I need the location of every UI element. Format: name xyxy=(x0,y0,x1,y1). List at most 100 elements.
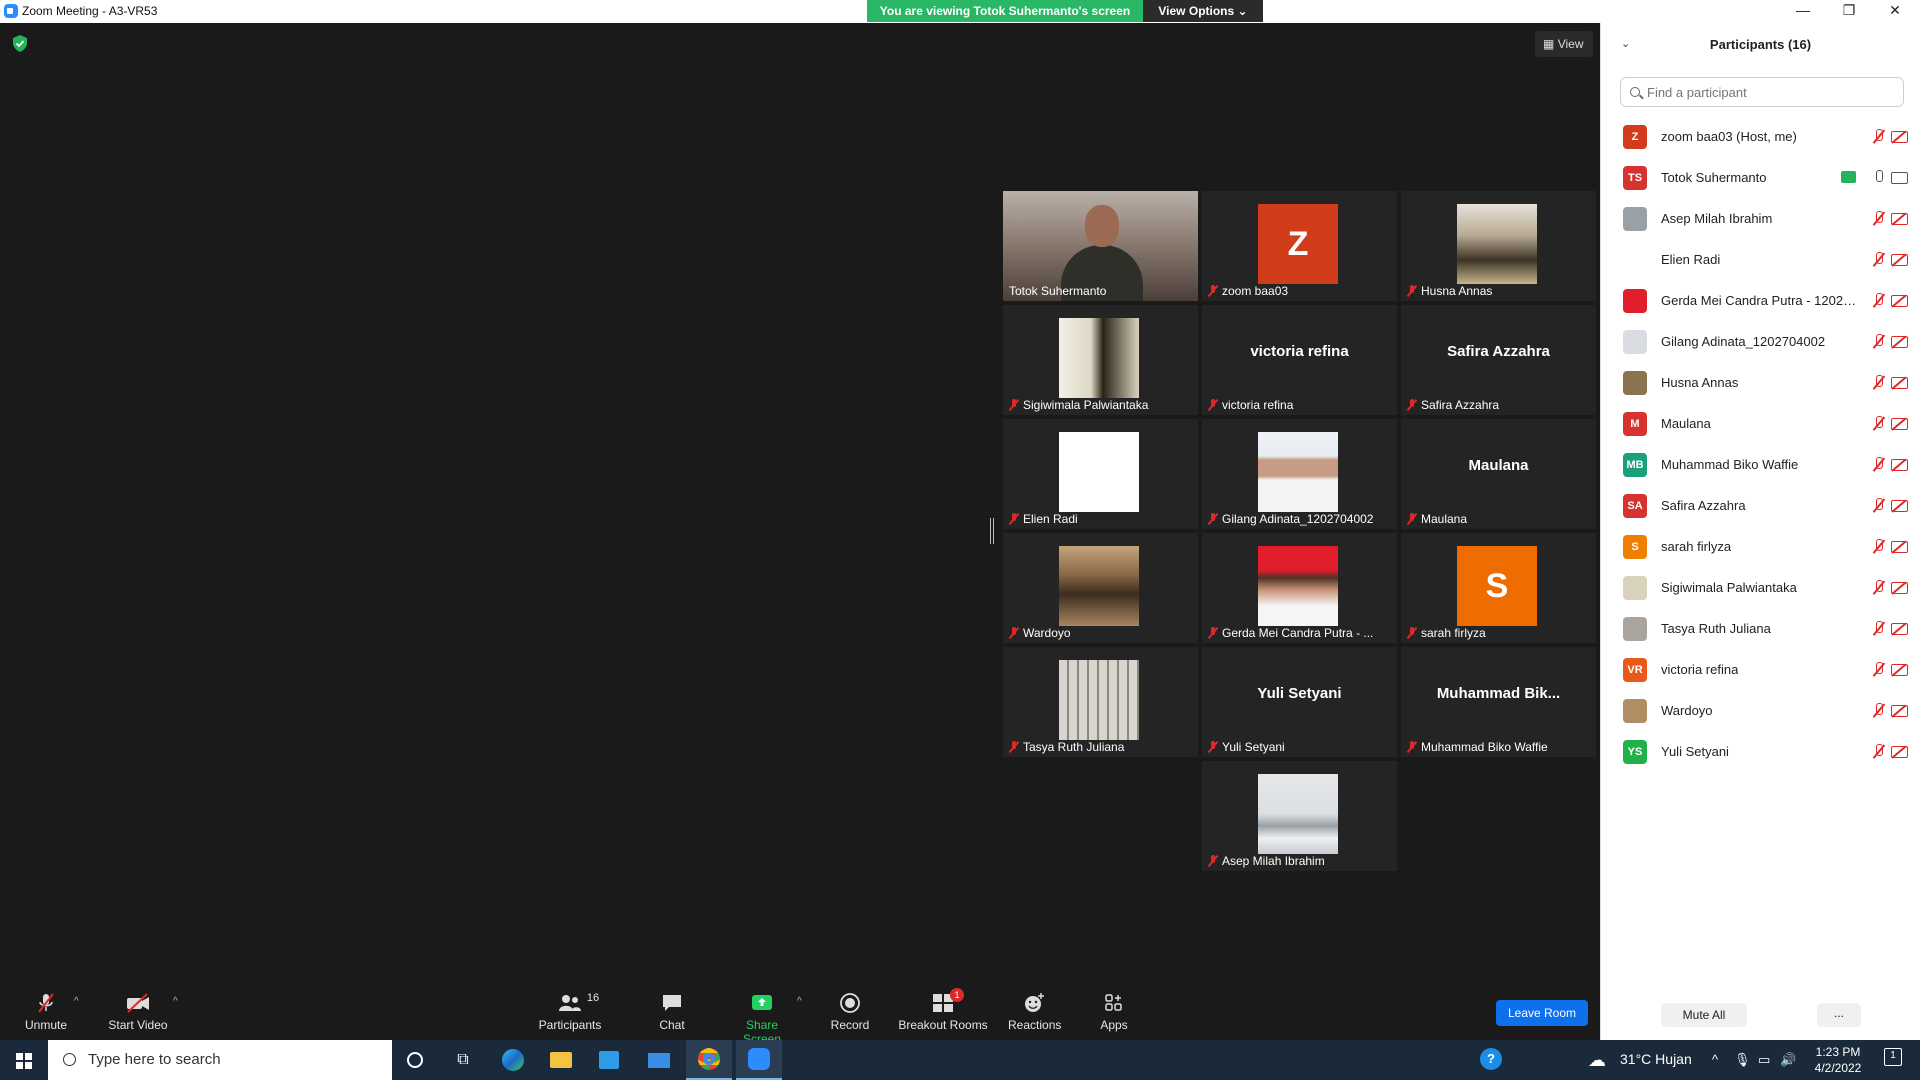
camera-icon[interactable] xyxy=(1891,172,1908,184)
participant-row[interactable]: Asep Milah Ibrahim xyxy=(1601,197,1920,238)
camera-off-icon[interactable] xyxy=(1891,623,1908,635)
notification-center-icon[interactable]: 1 xyxy=(1884,1048,1902,1066)
video-tile[interactable]: Elien Radi xyxy=(1003,419,1198,529)
participant-row[interactable]: Husna Annas xyxy=(1601,361,1920,402)
task-view-button[interactable]: ⧉ xyxy=(440,1040,486,1080)
volume-icon[interactable]: 🔊 xyxy=(1780,1052,1796,1068)
video-tile[interactable]: Totok Suhermanto xyxy=(1003,191,1198,301)
panel-resize-handle[interactable] xyxy=(990,518,994,544)
microphone-muted-icon[interactable] xyxy=(1873,334,1885,350)
camera-off-icon[interactable] xyxy=(1891,582,1908,594)
video-tile[interactable]: Tasya Ruth Juliana xyxy=(1003,647,1198,757)
video-tile[interactable]: Wardoyo xyxy=(1003,533,1198,643)
mail-taskbar-app[interactable] xyxy=(636,1040,682,1080)
share-screen-button[interactable]: Share Screen xyxy=(726,992,798,1046)
encryption-shield-icon[interactable] xyxy=(12,35,28,52)
zoom-taskbar-app[interactable] xyxy=(736,1040,782,1080)
camera-off-icon[interactable] xyxy=(1891,418,1908,430)
video-options-caret[interactable]: ^ xyxy=(173,996,178,1007)
view-layout-button[interactable]: ▦ View xyxy=(1535,31,1593,57)
microphone-muted-icon[interactable] xyxy=(1873,129,1885,145)
camera-off-icon[interactable] xyxy=(1891,336,1908,348)
share-options-caret[interactable]: ^ xyxy=(797,996,802,1007)
video-tile[interactable]: Yuli Setyani Yuli Setyani xyxy=(1202,647,1397,757)
participant-row[interactable]: Sigiwimala Palwiantaka xyxy=(1601,566,1920,607)
reactions-button[interactable]: Reactions xyxy=(1008,992,1061,1032)
microphone-muted-icon[interactable] xyxy=(1873,580,1885,596)
video-tile[interactable]: Safira Azzahra Safira Azzahra xyxy=(1401,305,1596,415)
participant-row[interactable]: VR victoria refina xyxy=(1601,648,1920,689)
participant-row[interactable]: TS Totok Suhermanto xyxy=(1601,156,1920,197)
participant-row[interactable]: M Maulana xyxy=(1601,402,1920,443)
participant-row[interactable]: Gilang Adinata_1202704002 xyxy=(1601,320,1920,361)
microphone-muted-icon[interactable] xyxy=(1873,375,1885,391)
chrome-taskbar-app[interactable] xyxy=(686,1040,732,1080)
edge-taskbar-app[interactable] xyxy=(490,1040,536,1080)
tray-expand-icon[interactable]: ^ xyxy=(1712,1052,1718,1067)
microphone-muted-icon[interactable] xyxy=(1873,252,1885,268)
leave-room-button[interactable]: Leave Room xyxy=(1496,1000,1588,1026)
participant-row[interactable]: Wardoyo xyxy=(1601,689,1920,730)
audio-options-caret[interactable]: ^ xyxy=(74,996,79,1007)
start-button[interactable] xyxy=(0,1040,48,1080)
participant-row[interactable]: Zzoom baa03 (Host, me) xyxy=(1601,115,1920,156)
camera-off-icon[interactable] xyxy=(1891,664,1908,676)
more-options-button[interactable]: ... xyxy=(1817,1003,1861,1027)
chat-button[interactable]: Chat xyxy=(652,992,692,1032)
microphone-muted-icon[interactable] xyxy=(1873,621,1885,637)
microphone-muted-icon[interactable] xyxy=(1873,457,1885,473)
video-tile[interactable]: Asep Milah Ibrahim xyxy=(1202,761,1397,871)
participant-row[interactable]: YS Yuli Setyani xyxy=(1601,730,1920,771)
camera-off-icon[interactable] xyxy=(1891,746,1908,758)
mute-all-button[interactable]: Mute All xyxy=(1661,1003,1747,1027)
microphone-muted-icon[interactable] xyxy=(1873,539,1885,555)
weather-text[interactable]: 31°C Hujan xyxy=(1620,1051,1692,1067)
start-video-button[interactable]: Start Video xyxy=(105,992,171,1032)
video-tile[interactable]: Sigiwimala Palwiantaka xyxy=(1003,305,1198,415)
restore-button[interactable]: ❐ xyxy=(1826,0,1872,23)
file-explorer-taskbar-app[interactable] xyxy=(538,1040,584,1080)
camera-off-icon[interactable] xyxy=(1891,213,1908,225)
cortana-button[interactable] xyxy=(392,1040,438,1080)
video-tile[interactable]: victoria refina victoria refina xyxy=(1202,305,1397,415)
microphone-tray-icon[interactable]: 🎙 xyxy=(1734,1052,1751,1068)
participant-row[interactable]: Tasya Ruth Juliana xyxy=(1601,607,1920,648)
microphone-muted-icon[interactable] xyxy=(1873,744,1885,760)
camera-off-icon[interactable] xyxy=(1891,541,1908,553)
participant-row[interactable]: Elien Radi xyxy=(1601,238,1920,279)
participant-row[interactable]: SA Safira Azzahra xyxy=(1601,484,1920,525)
microphone-icon[interactable] xyxy=(1873,170,1885,186)
video-tile[interactable]: Zzoom baa03 xyxy=(1202,191,1397,301)
store-taskbar-app[interactable] xyxy=(586,1040,632,1080)
participant-row[interactable]: MB Muhammad Biko Waffie xyxy=(1601,443,1920,484)
video-tile[interactable]: Gilang Adinata_1202704002 xyxy=(1202,419,1397,529)
microphone-muted-icon[interactable] xyxy=(1873,416,1885,432)
breakout-rooms-button[interactable]: 1 Breakout Rooms xyxy=(898,988,988,1032)
help-icon[interactable]: ? xyxy=(1480,1048,1502,1070)
video-tile[interactable]: Ssarah firlyza xyxy=(1401,533,1596,643)
record-button[interactable]: Record xyxy=(830,992,870,1032)
camera-off-icon[interactable] xyxy=(1891,254,1908,266)
video-tile[interactable]: Gerda Mei Candra Putra - ... xyxy=(1202,533,1397,643)
camera-off-icon[interactable] xyxy=(1891,295,1908,307)
camera-off-icon[interactable] xyxy=(1891,500,1908,512)
taskbar-search-box[interactable]: Type here to search xyxy=(48,1040,392,1080)
microphone-muted-icon[interactable] xyxy=(1873,703,1885,719)
taskbar-clock[interactable]: 1:23 PM 4/2/2022 xyxy=(1808,1044,1868,1076)
camera-off-icon[interactable] xyxy=(1891,459,1908,471)
close-button[interactable]: ✕ xyxy=(1872,0,1918,23)
microphone-muted-icon[interactable] xyxy=(1873,293,1885,309)
participant-row[interactable]: Gerda Mei Candra Putra - 12027... xyxy=(1601,279,1920,320)
camera-off-icon[interactable] xyxy=(1891,131,1908,143)
participants-button[interactable]: 16 Participants xyxy=(536,992,604,1032)
video-tile[interactable]: Maulana Maulana xyxy=(1401,419,1596,529)
camera-off-icon[interactable] xyxy=(1891,705,1908,717)
unmute-button[interactable]: Unmute xyxy=(20,992,72,1032)
participant-row[interactable]: Ssarah firlyza xyxy=(1601,525,1920,566)
video-tile[interactable]: Husna Annas xyxy=(1401,191,1596,301)
network-icon[interactable]: ▭ xyxy=(1758,1052,1770,1068)
microphone-muted-icon[interactable] xyxy=(1873,662,1885,678)
camera-off-icon[interactable] xyxy=(1891,377,1908,389)
minimize-button[interactable]: — xyxy=(1780,0,1826,23)
apps-button[interactable]: Apps xyxy=(1098,992,1130,1032)
